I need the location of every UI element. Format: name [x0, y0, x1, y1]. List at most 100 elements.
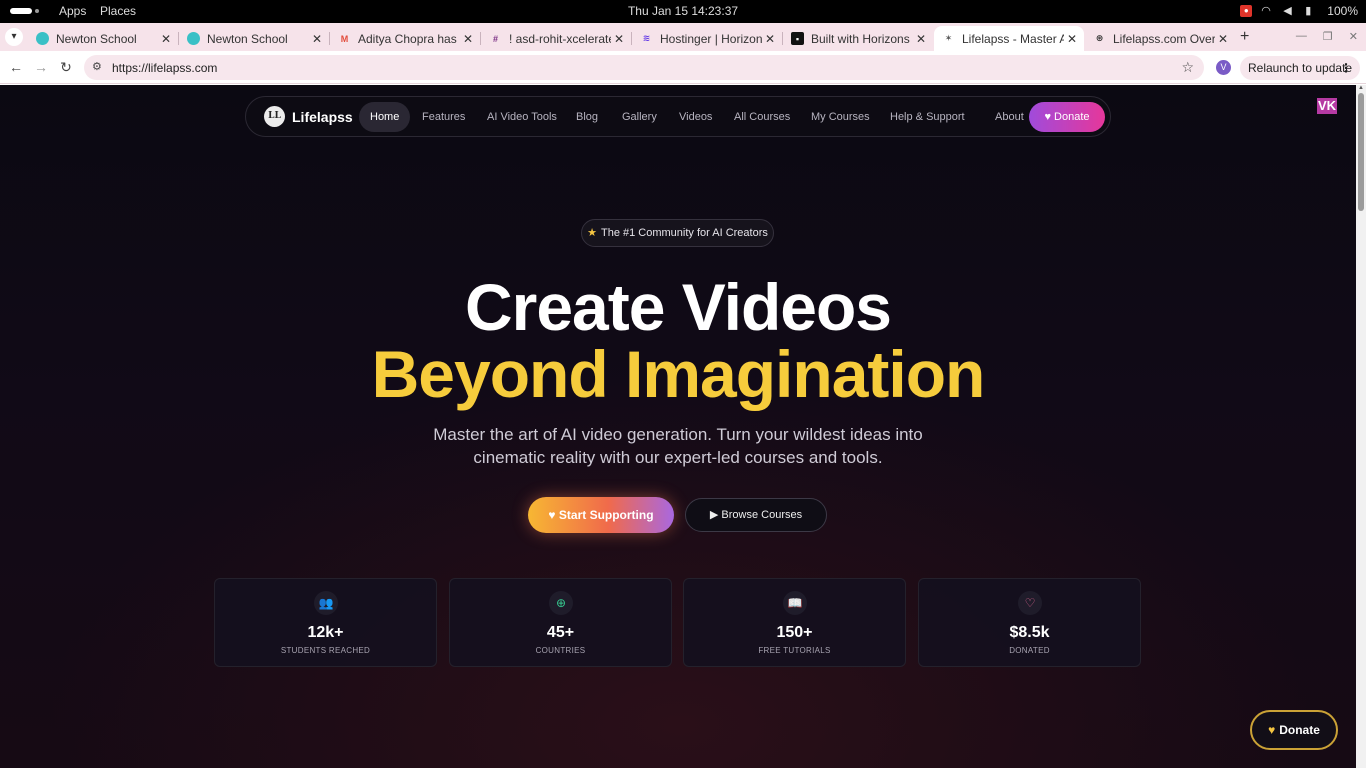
heart-outline-icon: ♡ [1018, 591, 1042, 615]
stat-value: 150+ [776, 624, 813, 641]
close-tab-icon[interactable]: ✕ [1064, 32, 1080, 46]
web-page: LL Lifelapss Home Features AI Video Tool… [0, 85, 1356, 768]
forward-arrow-icon[interactable]: → [33, 59, 49, 75]
stat-value: 45+ [546, 624, 575, 641]
scrollbar-thumb[interactable] [1358, 93, 1364, 211]
relaunch-label: Relaunch to update [1248, 61, 1353, 75]
battery-percent: 100% [1327, 4, 1358, 18]
browser-toolbar: ← → ↻ ⚙ https://lifelapss.com ☆ [0, 51, 1366, 84]
nav-help-support[interactable]: Help & Support [879, 102, 976, 132]
hero-subtitle-line-1: Master the art of AI video generation. T… [433, 425, 923, 444]
nav-videos[interactable]: Videos [668, 102, 723, 132]
close-tab-icon[interactable]: ✕ [762, 32, 778, 46]
horizons-icon: ▪ [791, 32, 804, 45]
scroll-up-icon[interactable]: ▲ [1358, 85, 1364, 91]
nav-about[interactable]: About [984, 102, 1035, 132]
play-icon: ▶ [709, 509, 719, 521]
star-icon: ★ [587, 227, 597, 239]
browser-tab-active[interactable]: ✶ Lifelapss - Master AI ✕ [934, 26, 1084, 51]
community-badge: ★ The #1 Community for AI Creators [581, 219, 774, 247]
stat-card-tutorials: 📖 150+ FREE TUTORIALS [683, 578, 906, 667]
heart-icon: ♥ [1268, 723, 1276, 737]
bookmark-star-icon[interactable]: ☆ [1181, 59, 1194, 76]
relaunch-button[interactable]: Relaunch to update ⋮ [1240, 56, 1360, 80]
nav-ai-video-tools[interactable]: AI Video Tools [476, 102, 568, 132]
brand-name: Lifelapss [292, 108, 353, 125]
browser-tab[interactable]: ⊛ Lifelapss.com Overvi ✕ [1085, 26, 1235, 51]
address-bar[interactable]: ⚙ https://lifelapss.com ☆ [84, 55, 1204, 80]
browser-tab[interactable]: # ! asd-rohit-xcelerate- ✕ [481, 26, 632, 51]
browser-tab[interactable]: Newton School ✕ [28, 26, 179, 51]
page-scrollbar[interactable]: ▲ [1356, 85, 1366, 768]
system-clock[interactable]: Thu Jan 15 14:23:37 [0, 4, 1366, 18]
window-close-icon[interactable]: ✕ [1349, 30, 1358, 43]
browser-tab[interactable]: ▪ Built with Horizons ✕ [783, 26, 933, 51]
newton-icon [36, 32, 49, 45]
browse-courses-button[interactable]: ▶ Browse Courses [685, 498, 827, 532]
url-text[interactable]: https://lifelapss.com [112, 61, 217, 75]
new-tab-icon[interactable]: + [1240, 28, 1249, 46]
heart-icon: ♥ [1044, 111, 1051, 123]
back-arrow-icon[interactable]: ← [8, 59, 24, 75]
floating-donate-button[interactable]: ♥ Donate [1250, 710, 1338, 750]
site-brand[interactable]: LL Lifelapss [264, 106, 353, 127]
stat-label: DONATED [1009, 646, 1050, 655]
stat-label: FREE TUTORIALS [758, 646, 831, 655]
newton-icon [187, 32, 200, 45]
close-tab-icon[interactable]: ✕ [1215, 32, 1231, 46]
hero-headline-line-1: Create Videos [465, 270, 892, 344]
stat-label: STUDENTS REACHED [280, 646, 371, 655]
screen-share-icon[interactable]: ● [1240, 5, 1253, 17]
wifi-icon: ◠ [1261, 5, 1271, 17]
gmail-icon: M [340, 33, 349, 44]
brand-logo: LL [264, 106, 285, 127]
heart-icon: ♥ [548, 508, 556, 522]
close-tab-icon[interactable]: ✕ [309, 32, 325, 46]
kebab-menu-icon[interactable]: ⋮ [1340, 56, 1352, 80]
nav-features[interactable]: Features [411, 102, 476, 132]
close-tab-icon[interactable]: ✕ [460, 32, 476, 46]
stat-card-countries: ⊕ 45+ COUNTRIES [449, 578, 672, 667]
book-icon: 📖 [783, 591, 807, 615]
chatgpt-icon: ⊛ [1095, 33, 1104, 43]
reload-icon[interactable]: ↻ [58, 59, 74, 75]
user-avatar[interactable]: VK [1317, 98, 1337, 114]
window-controls: — ❐ ✕ [1296, 30, 1358, 43]
stat-card-donated: ♡ $8.5k DONATED [918, 578, 1141, 667]
users-icon: 👥 [314, 591, 338, 615]
browser-tab[interactable]: ≋ Hostinger | Horizons ✕ [632, 26, 783, 51]
start-supporting-button[interactable]: ♥ Start Supporting [528, 497, 674, 533]
nav-home[interactable]: Home [359, 102, 411, 132]
system-tray[interactable]: ● ◠ ◀ ▮ 100% [1240, 4, 1358, 18]
maximize-icon[interactable]: ❐ [1323, 30, 1333, 43]
close-tab-icon[interactable]: ✕ [913, 32, 929, 46]
stat-label: COUNTRIES [535, 646, 586, 655]
nav-my-courses[interactable]: My Courses [800, 102, 881, 132]
browser-tab-strip: ▾ Newton School ✕ Newton School ✕ M Adit… [0, 23, 1366, 51]
browser-tab[interactable]: Newton School ✕ [179, 26, 330, 51]
volume-icon: ◀ [1283, 5, 1292, 17]
nav-blog[interactable]: Blog [565, 102, 609, 132]
close-tab-icon[interactable]: ✕ [611, 32, 627, 46]
nav-all-courses[interactable]: All Courses [723, 102, 801, 132]
stat-card-students: 👥 12k+ STUDENTS REACHED [214, 578, 437, 667]
hero-subtitle-line-2: cinematic reality with our expert-led co… [473, 448, 883, 467]
stat-value: 12k+ [307, 624, 344, 641]
profile-avatar[interactable]: V [1216, 60, 1231, 75]
lifelapss-icon: ✶ [944, 33, 953, 43]
hero-headline-line-2: Beyond Imagination [371, 337, 986, 411]
minimize-icon[interactable]: — [1296, 30, 1307, 43]
nav-gallery[interactable]: Gallery [611, 102, 668, 132]
battery-icon: ▮ [1305, 5, 1312, 17]
site-settings-icon[interactable]: ⚙ [92, 60, 106, 74]
stat-value: $8.5k [1009, 624, 1050, 641]
nav-donate-button[interactable]: ♥ Donate [1029, 102, 1105, 132]
slack-icon: # [492, 33, 498, 44]
os-top-bar: Apps Places Thu Jan 15 14:23:37 ● ◠ ◀ ▮ … [0, 0, 1366, 23]
hostinger-icon: ≋ [642, 33, 651, 43]
close-tab-icon[interactable]: ✕ [158, 32, 174, 46]
site-navbar: LL Lifelapss Home Features AI Video Tool… [245, 96, 1111, 137]
globe-icon: ⊕ [549, 591, 573, 615]
browser-tab[interactable]: M Aditya Chopra has inv ✕ [330, 26, 481, 51]
tab-search-icon[interactable]: ▾ [5, 28, 23, 46]
